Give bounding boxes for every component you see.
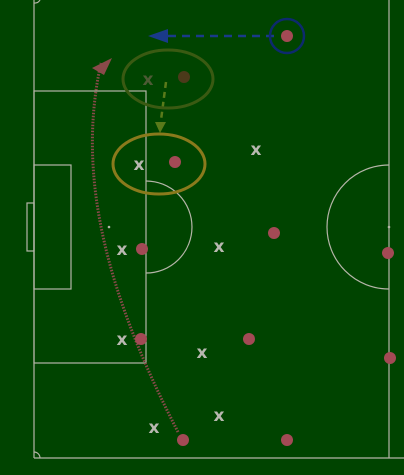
pitch-surface — [0, 0, 404, 475]
opponent-marker: x — [134, 155, 145, 175]
opponent-marker: x — [214, 237, 225, 257]
player — [268, 227, 280, 239]
center-spot — [387, 225, 391, 229]
opponent-marker: x — [214, 406, 225, 426]
player — [169, 156, 181, 168]
opponent-marker: x — [251, 140, 262, 160]
player — [243, 333, 255, 345]
player — [281, 434, 293, 446]
player — [135, 333, 147, 345]
opponent-marker: x — [117, 240, 128, 260]
player — [281, 30, 293, 42]
opponent-marker-faded: x — [143, 70, 154, 90]
tactical-pitch-diagram: x x x x x x x x x — [0, 0, 404, 475]
player — [177, 434, 189, 446]
opponent-marker: x — [197, 343, 208, 363]
player — [136, 243, 148, 255]
opponent-marker: x — [149, 418, 160, 438]
player — [384, 352, 396, 364]
penalty-spot — [107, 225, 111, 229]
player-faded — [178, 71, 190, 83]
opponent-marker: x — [117, 330, 128, 350]
player — [382, 247, 394, 259]
